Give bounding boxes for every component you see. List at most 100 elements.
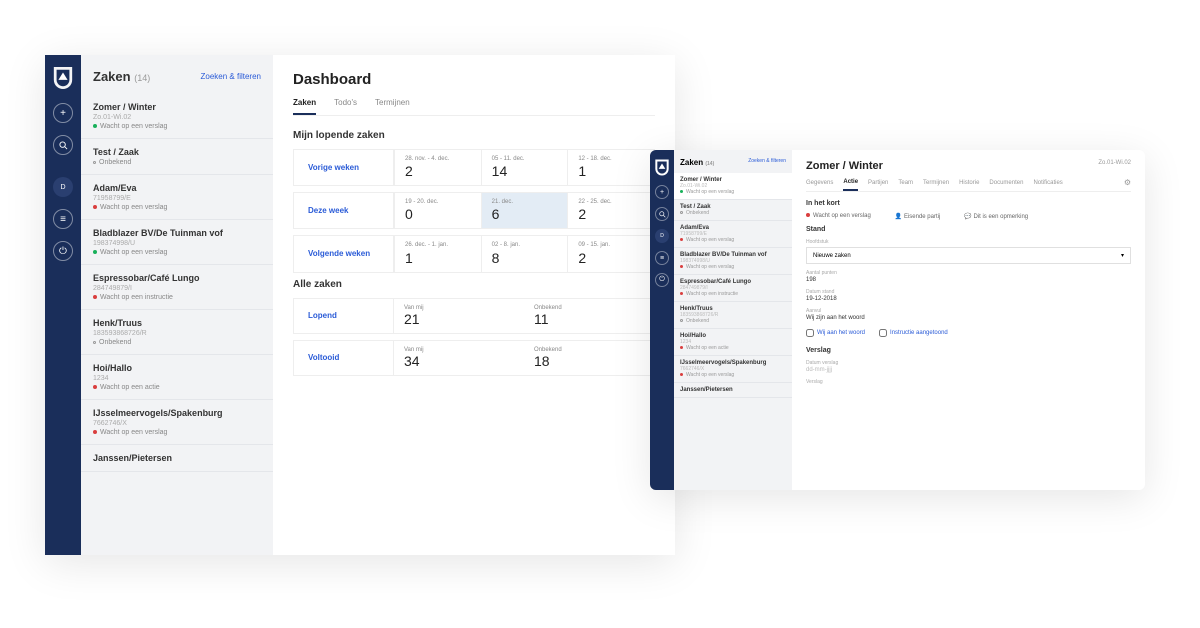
case-item[interactable]: Janssen/Pietersen: [81, 445, 273, 472]
stat-row: VoltooidVan mij34Onbekend18: [293, 340, 655, 376]
checkbox[interactable]: Instructie aangetoond: [879, 329, 948, 337]
tab-todos[interactable]: Todo's: [334, 98, 357, 115]
section-heading: In het kort: [806, 200, 1131, 207]
search-icon[interactable]: [655, 207, 669, 221]
week-cell[interactable]: 12 - 18. dec.1: [567, 150, 654, 185]
case-item[interactable]: Bladblazer BV/De Tuinman vof198374998/UW…: [81, 220, 273, 265]
case-item[interactable]: Janssen/Pietersen: [674, 383, 792, 398]
case-item[interactable]: Adam/Eva71958799/EWacht op een verslag: [674, 221, 792, 248]
tab-zaken[interactable]: Zaken: [293, 98, 316, 115]
avatar[interactable]: D: [655, 229, 669, 243]
detail-tabs: Gegevens Actie Partijen Team Termijnen Histor…: [806, 178, 1131, 192]
week-cell[interactable]: 26. dec. - 1. jan.1: [394, 236, 481, 271]
stat-cell[interactable]: Van mij34: [394, 341, 524, 375]
week-cell[interactable]: 19 - 20. dec.0: [394, 193, 481, 228]
section-heading: Alle zaken: [293, 279, 655, 290]
search-icon[interactable]: [53, 135, 73, 155]
stat-cell[interactable]: Onbekend11: [524, 299, 654, 333]
sidebar: Zaken (14) Zoeken & filteren Zomer / Win…: [81, 55, 273, 555]
tab-notificaties[interactable]: Notificaties: [1033, 180, 1062, 190]
sidebar-title: Zaken (14): [93, 69, 150, 84]
tab-historie[interactable]: Historie: [959, 180, 979, 190]
hoofdstuk-select[interactable]: Nieuwe zaken▾: [806, 247, 1131, 264]
avatar[interactable]: D: [53, 177, 73, 197]
comment-badge: 💬 Dit is een opmerking: [964, 213, 1028, 220]
case-item[interactable]: Henk/Truus183593868726/ROnbekend: [674, 302, 792, 329]
dashboard-window: + D ≡ ⏻ Zaken (14) Zoeken & filteren Zom…: [45, 55, 675, 555]
add-icon[interactable]: +: [655, 185, 669, 199]
case-item[interactable]: IJsselmeervogels/Spakenburg7662746/XWach…: [674, 356, 792, 383]
detail-content: Zomer / Winter Zo.01-Wi.02 Gegevens Actie…: [792, 150, 1145, 490]
tabs: Zaken Todo's Termijnen: [293, 98, 655, 116]
tab-termijnen[interactable]: Termijnen: [375, 98, 410, 115]
tab-termijnen[interactable]: Termijnen: [923, 180, 949, 190]
week-cell[interactable]: 09 - 15. jan.2: [567, 236, 654, 271]
power-icon[interactable]: ⏻: [655, 273, 669, 287]
tab-gegevens[interactable]: Gegevens: [806, 180, 833, 190]
stat-label: Lopend: [294, 299, 394, 333]
app-logo: [52, 65, 74, 91]
nav-rail: + D ≡ ⏻: [650, 150, 674, 490]
week-label: Deze week: [294, 193, 394, 228]
case-item[interactable]: IJsselmeervogels/Spakenburg7662746/XWach…: [81, 400, 273, 445]
case-ref: Zo.01-Wi.02: [1098, 160, 1131, 166]
case-item[interactable]: Bladblazer BV/De Tuinman vof198374998/UW…: [674, 248, 792, 275]
week-label: Vorige weken: [294, 150, 394, 185]
field-label: Aanvul: [806, 308, 1131, 314]
case-item[interactable]: Adam/Eva71958799/EWacht op een verslag: [81, 175, 273, 220]
week-cell[interactable]: 28. nov. - 4. dec.2: [394, 150, 481, 185]
case-item[interactable]: Zomer / WinterZo.01-Wi.02Wacht op een ve…: [674, 173, 792, 200]
case-item[interactable]: Espressobar/Café Lungo284749879/IWacht o…: [81, 265, 273, 310]
add-icon[interactable]: +: [53, 103, 73, 123]
case-item[interactable]: Zomer / WinterZo.01-Wi.02Wacht op een ve…: [81, 94, 273, 139]
week-row: Volgende weken26. dec. - 1. jan.102 - 8.…: [293, 235, 655, 272]
field-value: Wij zijn aan het woord: [806, 315, 1131, 321]
tab-team[interactable]: Team: [898, 180, 913, 190]
status-badge: Wacht op een verslag: [806, 213, 871, 220]
case-item[interactable]: Test / ZaakOnbekend: [674, 200, 792, 221]
section-heading: Verslag: [806, 347, 1131, 354]
case-item[interactable]: Hoi/Hallo1234Wacht op een actie: [81, 355, 273, 400]
checkbox[interactable]: Wij aan het woord: [806, 329, 865, 337]
tab-documenten[interactable]: Documenten: [989, 180, 1023, 190]
week-cell[interactable]: 02 - 8. jan.8: [481, 236, 568, 271]
tab-partijen[interactable]: Partijen: [868, 180, 888, 190]
app-logo: [654, 158, 670, 177]
filter-icon[interactable]: ≡: [655, 251, 669, 265]
power-icon[interactable]: ⏻: [53, 241, 73, 261]
case-item[interactable]: Test / ZaakOnbekend: [81, 139, 273, 175]
week-cell[interactable]: 05 - 11. dec.14: [481, 150, 568, 185]
field-label: Hoofdstuk: [806, 239, 1131, 245]
nav-rail: + D ≡ ⏻: [45, 55, 81, 555]
week-cell[interactable]: 21. dec.6: [481, 193, 568, 228]
field-value: 198: [806, 277, 1131, 283]
section-heading: Stand: [806, 226, 1131, 233]
sidebar: Zaken (14) Zoeken & filteren Zomer / Win…: [674, 150, 792, 490]
field-label: Aantal punten: [806, 270, 1131, 276]
case-title: Zomer / Winter: [806, 160, 883, 172]
field-label: Verslag: [806, 379, 1131, 385]
chevron-down-icon: ▾: [1121, 252, 1124, 259]
week-row: Vorige weken28. nov. - 4. dec.205 - 11. …: [293, 149, 655, 186]
filter-icon[interactable]: ≡: [53, 209, 73, 229]
tab-actie[interactable]: Actie: [843, 179, 858, 191]
sidebar-title: Zaken (14): [680, 158, 714, 167]
stat-row: LopendVan mij21Onbekend11: [293, 298, 655, 334]
case-item[interactable]: Henk/Truus183593868726/ROnbekend: [81, 310, 273, 355]
field-label: Datum stand: [806, 289, 1131, 295]
week-label: Volgende weken: [294, 236, 394, 271]
stat-cell[interactable]: Van mij21: [394, 299, 524, 333]
week-cell[interactable]: 22 - 25. dec.2: [567, 193, 654, 228]
party-badge: 👤 Eisende partij: [895, 213, 941, 220]
filter-link[interactable]: Zoeken & filteren: [201, 72, 261, 81]
stat-label: Voltooid: [294, 341, 394, 375]
stat-cell[interactable]: Onbekend18: [524, 341, 654, 375]
week-row: Deze week19 - 20. dec.021. dec.622 - 25.…: [293, 192, 655, 229]
field-value: 19-12-2018: [806, 296, 1131, 302]
case-item[interactable]: Hoi/Hallo1234Wacht op een actie: [674, 329, 792, 356]
gear-icon[interactable]: ⚙: [1124, 178, 1131, 191]
filter-link[interactable]: Zoeken & filteren: [748, 158, 786, 167]
summary-row: Wacht op een verslag 👤 Eisende partij 💬 …: [806, 213, 1131, 220]
main-content: Dashboard Zaken Todo's Termijnen Mijn lo…: [273, 55, 675, 555]
case-item[interactable]: Espressobar/Café Lungo284749879/IWacht o…: [674, 275, 792, 302]
